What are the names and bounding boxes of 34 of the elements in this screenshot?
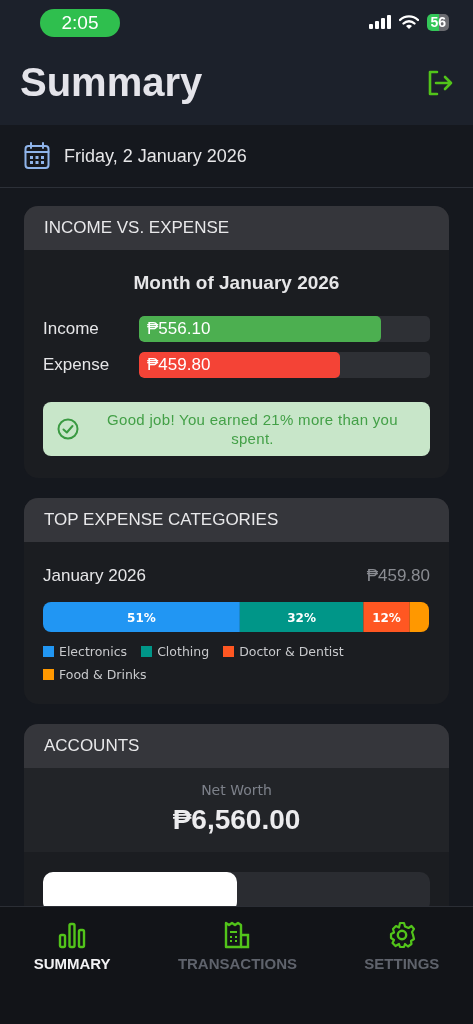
amount-text: ₱459.80 <box>147 355 211 375</box>
date-label[interactable]: Friday, 2 January 2026 <box>64 145 247 167</box>
data-label: 12% <box>372 610 401 625</box>
period-label: January 2026 <box>43 566 147 586</box>
bar-chart-icon <box>58 921 87 949</box>
amount-text: ₱556.10 <box>147 319 211 339</box>
receipt-icon <box>223 921 252 949</box>
legend-label: Clothing <box>157 644 210 659</box>
battery-level: 56 <box>430 14 446 30</box>
total-amount: ₱459.80 <box>366 566 430 586</box>
check-circle-icon <box>57 418 79 440</box>
legend-label: Food & Drinks <box>59 667 147 682</box>
page-title: Summary <box>20 60 203 105</box>
net-worth-label: Net Worth <box>200 782 273 798</box>
bar-label: Income <box>43 319 100 339</box>
segmented-control[interactable] <box>43 872 430 906</box>
calendar-icon[interactable] <box>24 142 50 170</box>
status-time: 2:05 <box>40 9 120 37</box>
message-text: Good job! You earned 21% more than you spent. <box>106 410 399 448</box>
card-header: INCOME VS. EXPENSE <box>24 206 449 250</box>
net-worth-value: ₱6,560.00 <box>171 804 302 836</box>
data-label: 32% <box>287 610 316 625</box>
tab-button[interactable]: SUMMARY <box>29 919 115 974</box>
data-label: 51% <box>127 610 156 625</box>
settings-icon <box>387 921 416 949</box>
signal-icon <box>369 15 392 29</box>
wifi-icon <box>399 14 420 30</box>
legend-label: Doctor & Dentist <box>239 644 344 659</box>
bar-label: Expense <box>43 355 111 375</box>
month-title: Month of January 2026 <box>132 272 341 294</box>
logout-icon[interactable] <box>427 69 453 96</box>
card-header: ACCOUNTS <box>24 724 449 768</box>
legend-label: Electronics <box>59 644 128 659</box>
card-header: TOP EXPENSE CATEGORIES <box>24 498 449 542</box>
